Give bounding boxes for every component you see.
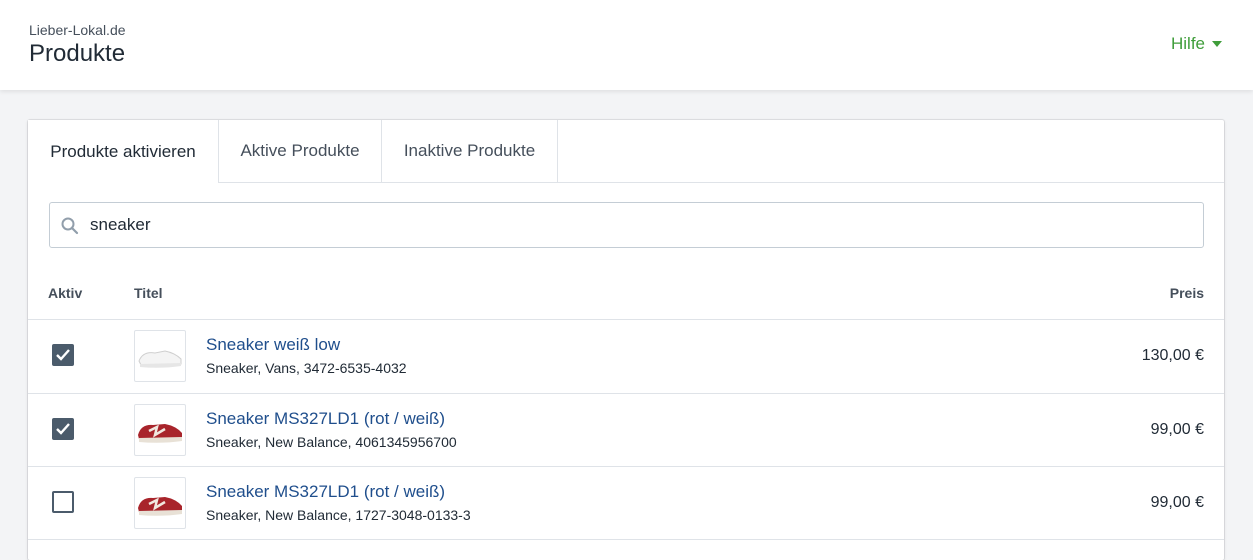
top-bar: Lieber-Lokal.de Produkte Hilfe [0,0,1253,90]
red-sneaker-image [138,424,182,443]
column-header-aktiv: Aktiv [48,285,83,301]
column-header-preis: Preis [1169,285,1204,301]
search-icon [61,217,79,235]
product-title-link[interactable]: Sneaker weiß low [206,335,340,355]
tab-bar: Produkte aktivieren Aktive Produkte Inak… [28,120,1224,183]
checkmark-icon [56,423,70,435]
product-thumbnail [134,404,186,456]
product-thumbnail [134,477,186,529]
active-checkbox[interactable] [52,418,74,440]
product-meta: Sneaker, New Balance, 4061345956700 [206,434,457,450]
product-title-link[interactable]: Sneaker MS327LD1 (rot / weiß) [206,409,445,429]
products-card: Produkte aktivieren Aktive Produkte Inak… [28,120,1224,560]
tab-produkte-aktivieren[interactable]: Produkte aktivieren [28,120,218,183]
product-price: 99,00 € [1150,421,1204,438]
tab-aktive-produkte[interactable]: Aktive Produkte [218,120,381,182]
product-meta: Sneaker, New Balance, 1727-3048-0133-3 [206,507,471,523]
product-thumbnail [134,330,186,382]
search-input[interactable] [90,203,1190,247]
active-checkbox[interactable] [52,344,74,366]
page-title: Produkte [29,40,126,67]
help-menu-button[interactable]: Hilfe [1171,34,1223,54]
tab-label: Inaktive Produkte [403,141,536,160]
caret-down-icon [1212,41,1223,47]
active-checkbox[interactable] [52,491,74,513]
table-row: Sneaker weiß low Sneaker, Vans, 3472-653… [28,319,1224,393]
red-sneaker-image [138,497,182,516]
search-field[interactable] [49,202,1204,248]
table-row-partial [28,539,1224,560]
column-header-titel: Titel [134,285,163,301]
product-title-link[interactable]: Sneaker MS327LD1 (rot / weiß) [206,482,445,502]
tab-label: Aktive Produkte [240,141,360,160]
help-label: Hilfe [1171,34,1206,53]
shop-name: Lieber-Lokal.de [29,22,126,38]
product-price: 130,00 € [1141,347,1204,364]
table-row: Sneaker MS327LD1 (rot / weiß) Sneaker, N… [28,393,1224,467]
table-row: Sneaker MS327LD1 (rot / weiß) Sneaker, N… [28,466,1224,540]
product-price: 99,00 € [1150,494,1204,511]
white-sneaker-image [138,350,182,368]
product-meta: Sneaker, Vans, 3472-6535-4032 [206,360,407,376]
checkmark-icon [56,349,70,361]
tab-label: Produkte aktivieren [50,141,196,161]
tab-inaktive-produkte[interactable]: Inaktive Produkte [381,120,558,182]
